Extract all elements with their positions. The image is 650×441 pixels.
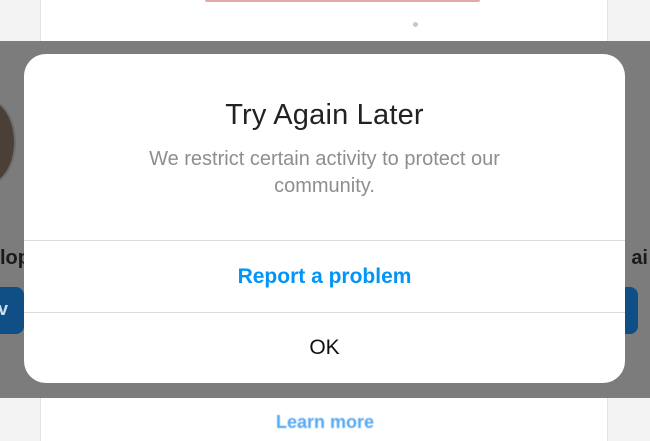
- background-bottom: Learn more: [0, 398, 650, 441]
- dialog-title: Try Again Later: [225, 99, 424, 131]
- background-follow-button-left: v: [0, 287, 24, 334]
- background-follow-button-left-label: v: [0, 299, 9, 319]
- background-user-name-right: ai: [631, 247, 648, 269]
- pager-dot: [413, 22, 418, 27]
- background-card: [40, 0, 608, 41]
- background-accent-bar: [205, 0, 480, 2]
- alert-dialog: Try Again Later We restrict certain acti…: [24, 54, 625, 383]
- background-top: [0, 0, 650, 41]
- ok-button[interactable]: OK: [24, 313, 625, 383]
- learn-more-link[interactable]: Learn more: [0, 412, 650, 433]
- dialog-message: We restrict certain activity to protect …: [149, 148, 500, 197]
- screen: lop ai v Learn more Try Again Later We r…: [0, 0, 650, 441]
- report-problem-button[interactable]: Report a problem: [24, 241, 625, 312]
